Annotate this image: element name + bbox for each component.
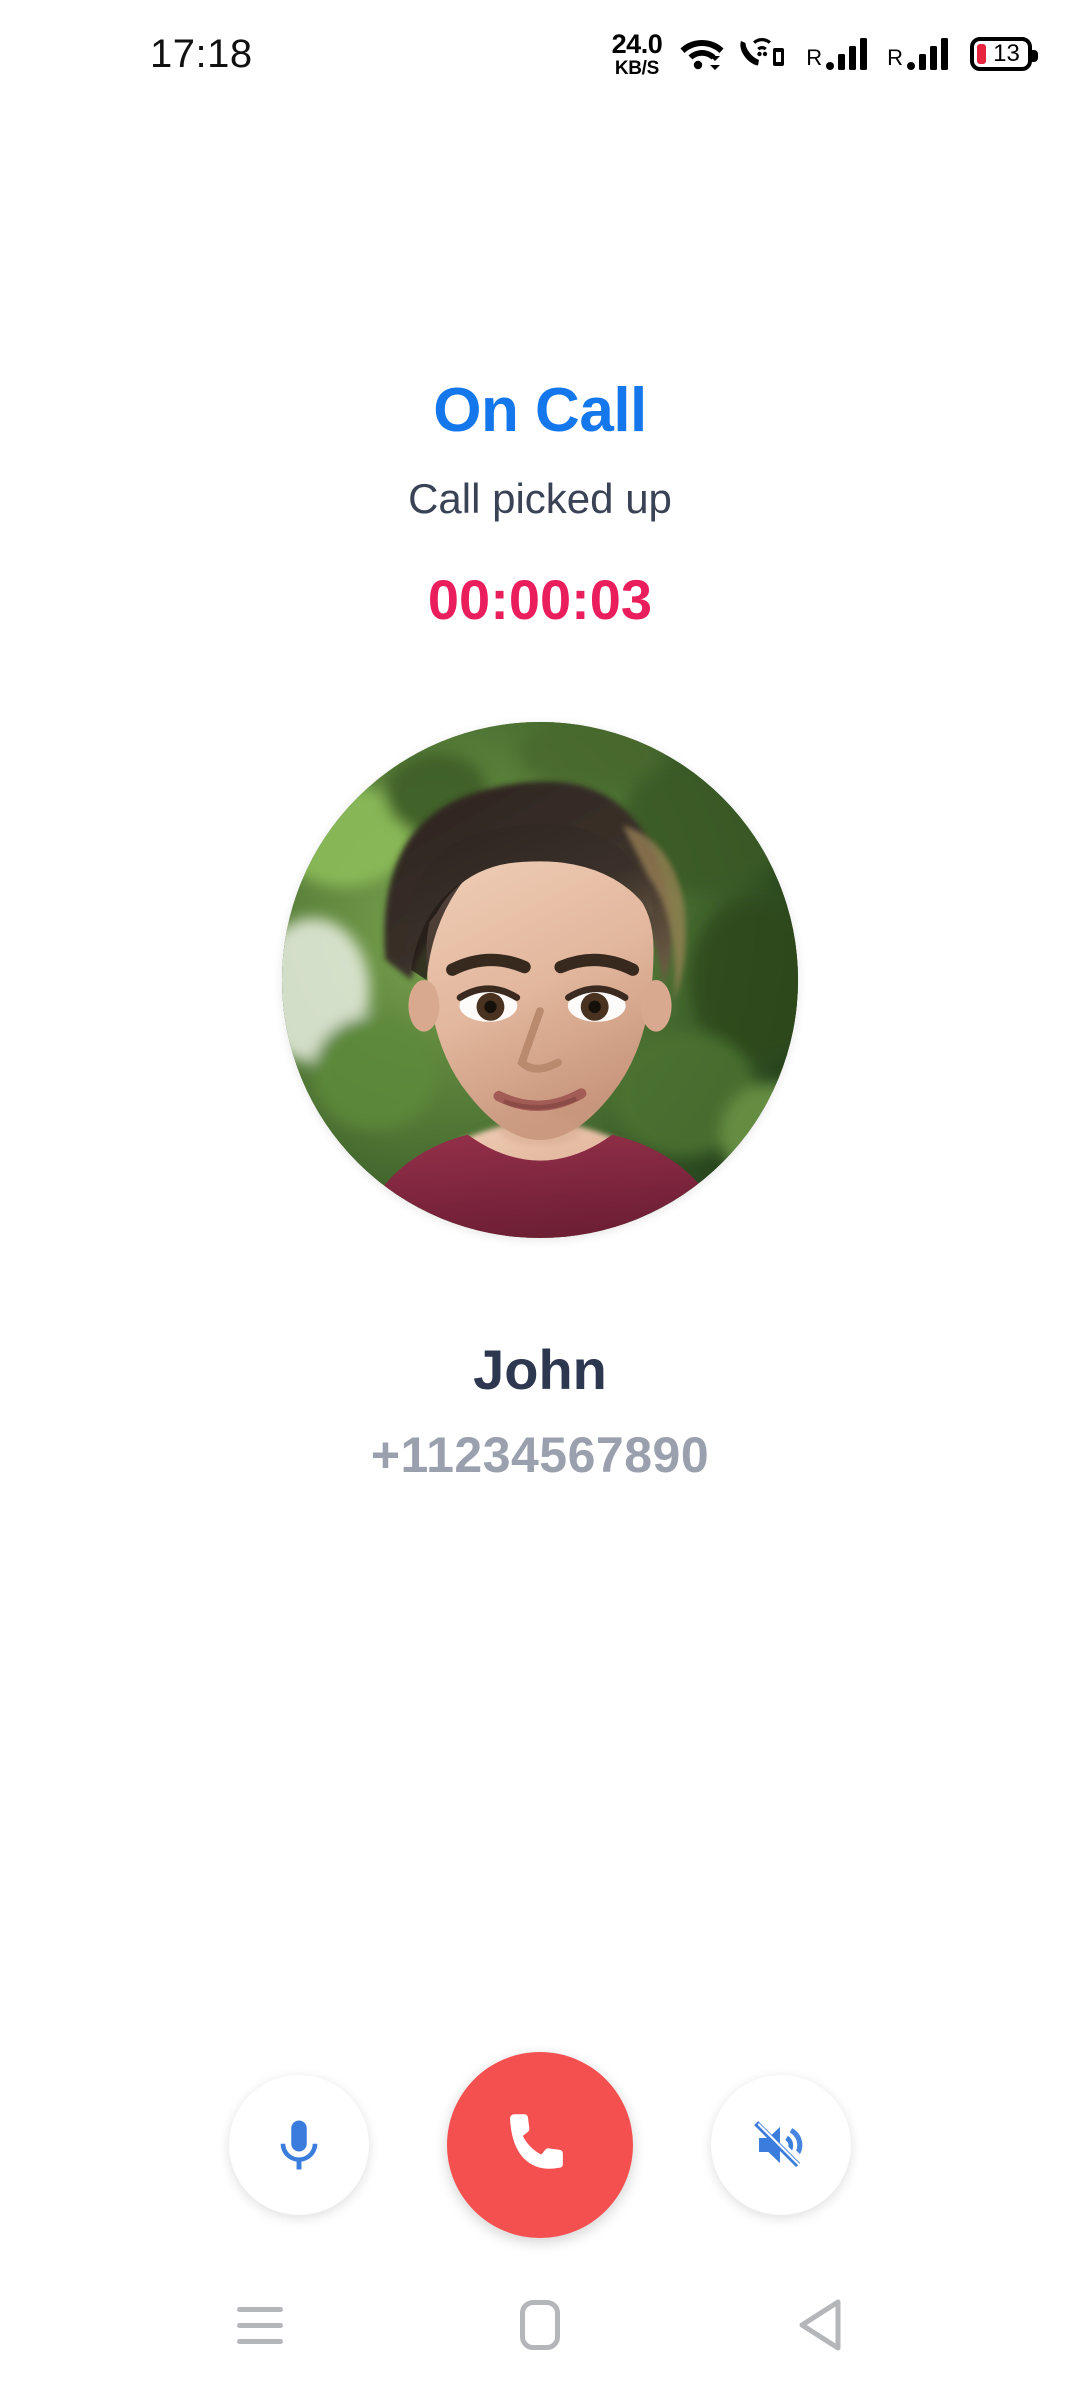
call-content: On Call Call picked up 00:00:03 John +11… xyxy=(0,108,1080,2250)
sim2-signal-bars xyxy=(907,38,948,70)
battery-level-label: 13 xyxy=(993,40,1020,67)
home-icon xyxy=(520,2300,560,2350)
status-bar-icons: 24.0 KB/S R R 13 xyxy=(611,28,1038,79)
wifi-icon xyxy=(680,34,724,75)
microphone-icon xyxy=(268,2114,330,2176)
home-button[interactable] xyxy=(480,2280,600,2370)
call-controls xyxy=(0,2052,1080,2238)
contact-phone-number: +11234567890 xyxy=(370,1427,710,1483)
android-navigation-bar xyxy=(0,2250,1080,2400)
sim1-signal-bars xyxy=(826,38,868,70)
speaker-toggle-button[interactable] xyxy=(711,2075,851,2215)
back-icon xyxy=(794,2297,846,2353)
status-bar: 17:18 24.0 KB/S R R 13 xyxy=(0,0,1080,108)
recents-button[interactable] xyxy=(200,2280,320,2370)
network-speed-unit: KB/S xyxy=(614,57,660,79)
status-bar-clock: 17:18 xyxy=(150,32,253,76)
back-button[interactable] xyxy=(760,2280,880,2370)
network-speed-value: 24.0 xyxy=(611,28,663,59)
call-status-text: Call picked up xyxy=(408,475,672,522)
battery-icon: 13 xyxy=(970,37,1038,71)
call-screen: 17:18 24.0 KB/S R R 13 On Call Call pick… xyxy=(0,0,1080,2400)
sim1-signal-indicator: R xyxy=(806,38,868,70)
sim1-roaming-label: R xyxy=(806,45,823,70)
avatar-photo xyxy=(282,722,798,1238)
contact-name: John xyxy=(473,1338,607,1401)
end-call-button[interactable] xyxy=(447,2052,633,2238)
wifi-calling-icon xyxy=(738,34,786,75)
phone-handset-icon xyxy=(498,2103,582,2187)
network-speed-indicator: 24.0 KB/S xyxy=(611,28,663,79)
recents-icon xyxy=(237,2306,283,2344)
call-duration-timer: 00:00:03 xyxy=(427,568,653,631)
speaker-muted-icon xyxy=(750,2114,812,2176)
contact-avatar xyxy=(282,722,798,1238)
sim2-roaming-label: R xyxy=(887,45,903,70)
call-state-title: On Call xyxy=(433,376,647,445)
mute-mic-button[interactable] xyxy=(229,2075,369,2215)
sim2-signal-indicator: R xyxy=(887,38,948,70)
